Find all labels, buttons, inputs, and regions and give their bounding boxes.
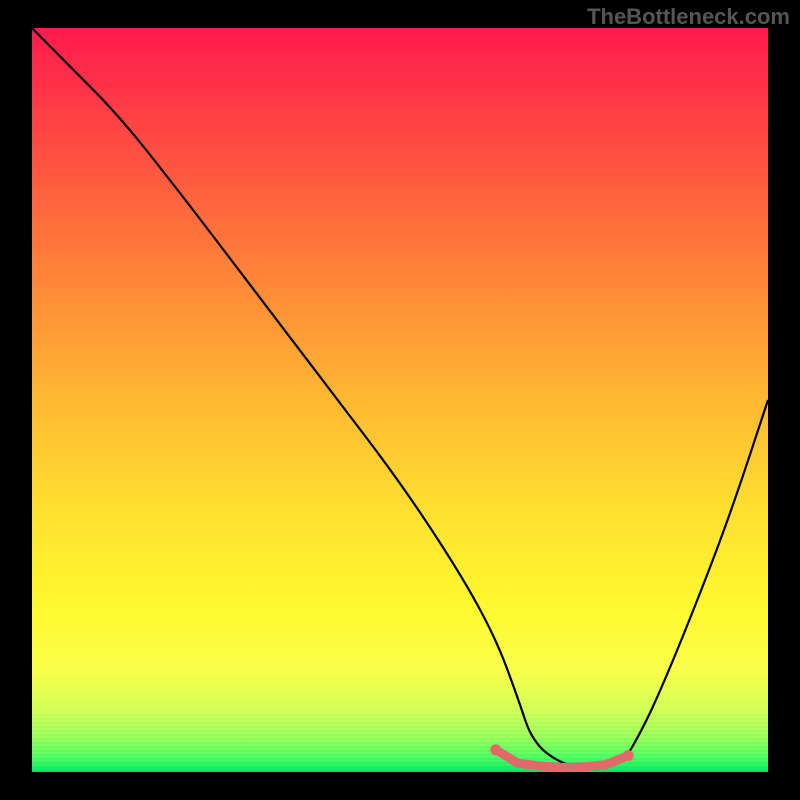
curve-svg: [32, 28, 768, 772]
chart-container: TheBottleneck.com: [0, 0, 800, 800]
optimal-range-highlight: [490, 744, 634, 767]
optimal-range-end-dot: [623, 750, 634, 761]
optimal-range-line: [496, 750, 629, 768]
watermark-text: TheBottleneck.com: [587, 4, 790, 30]
plot-area: [32, 28, 768, 772]
bottleneck-curve-path: [32, 28, 768, 767]
optimal-range-start-dot: [490, 744, 501, 755]
